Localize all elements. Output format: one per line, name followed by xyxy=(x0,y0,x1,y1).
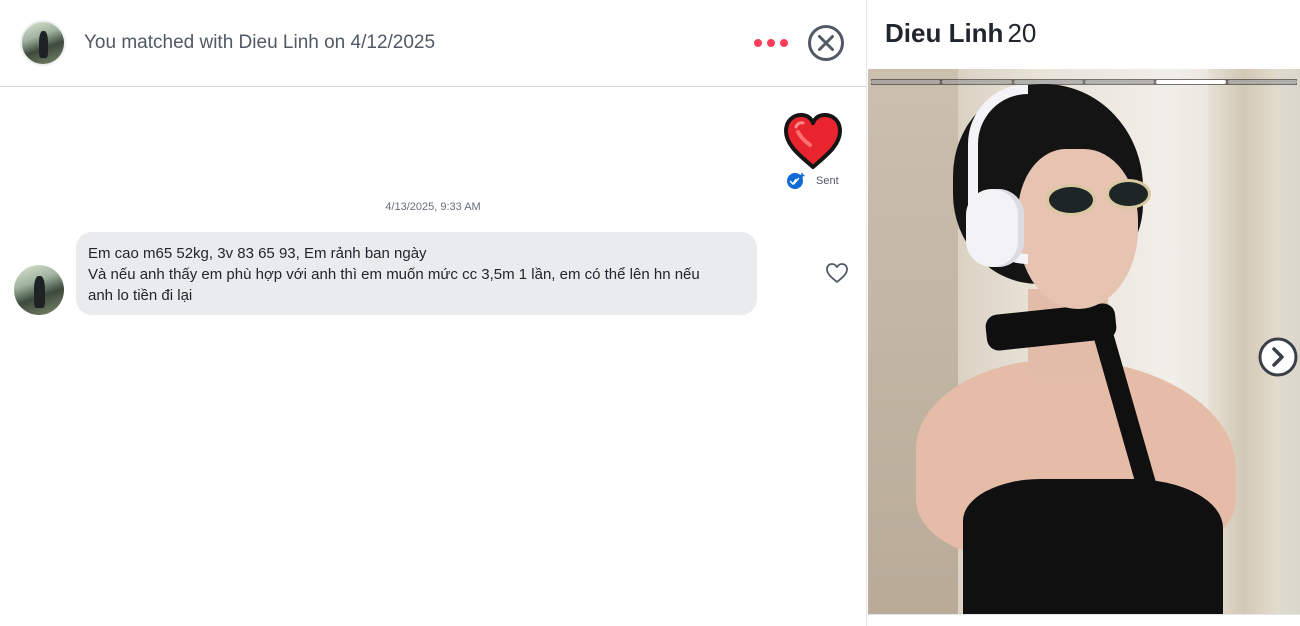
chevron-right-icon xyxy=(1258,337,1298,377)
more-dots-icon xyxy=(754,39,762,47)
message-bubble[interactable]: Em cao m65 52kg, 3v 83 65 93, Em rảnh ba… xyxy=(76,232,757,315)
photo-dot[interactable] xyxy=(1227,80,1297,84)
sent-label: Sent xyxy=(816,175,839,187)
message-line: Em cao m65 52kg, 3v 83 65 93, Em rảnh ba… xyxy=(88,245,427,262)
photo-dot[interactable] xyxy=(871,80,941,84)
app-root: You matched with Dieu Linh on 4/12/2025 xyxy=(0,0,1300,626)
more-options-button[interactable] xyxy=(754,33,788,53)
photo-dot-active[interactable] xyxy=(1156,80,1226,84)
heart-icon xyxy=(784,113,842,169)
message-timestamp: 4/13/2025, 9:33 AM xyxy=(385,201,481,213)
like-message-button[interactable] xyxy=(825,262,849,284)
delivered-check-icon xyxy=(787,173,805,189)
next-photo-button[interactable] xyxy=(1258,337,1298,377)
match-info-text: You matched with Dieu Linh on 4/12/2025 xyxy=(84,32,436,53)
photo-dot[interactable] xyxy=(1084,80,1155,84)
message-line: Và nếu anh thấy em phù hợp với anh thì e… xyxy=(88,266,700,283)
heart-outline-icon xyxy=(826,263,848,283)
match-avatar[interactable] xyxy=(20,20,66,66)
profile-title: Dieu Linh 20 xyxy=(885,18,1036,49)
close-circle-icon xyxy=(808,25,844,61)
photo-dot[interactable] xyxy=(1013,80,1083,84)
profile-pane: Dieu Linh 20 xyxy=(868,0,1300,626)
close-button[interactable] xyxy=(807,24,845,62)
chat-header: You matched with Dieu Linh on 4/12/2025 xyxy=(0,0,866,87)
photo-dot[interactable] xyxy=(942,80,1012,84)
profile-photo[interactable] xyxy=(868,69,1300,614)
message-line: anh lo tiền đi lại xyxy=(88,287,193,304)
sent-status: Sent xyxy=(786,172,839,190)
chat-pane: You matched with Dieu Linh on 4/12/2025 xyxy=(0,0,867,626)
photo-pagination xyxy=(871,79,1297,85)
profile-age: 20 xyxy=(1007,18,1037,48)
profile-footer-divider xyxy=(868,614,1300,626)
profile-name: Dieu Linh xyxy=(885,18,1004,48)
sender-avatar[interactable] xyxy=(14,265,64,315)
